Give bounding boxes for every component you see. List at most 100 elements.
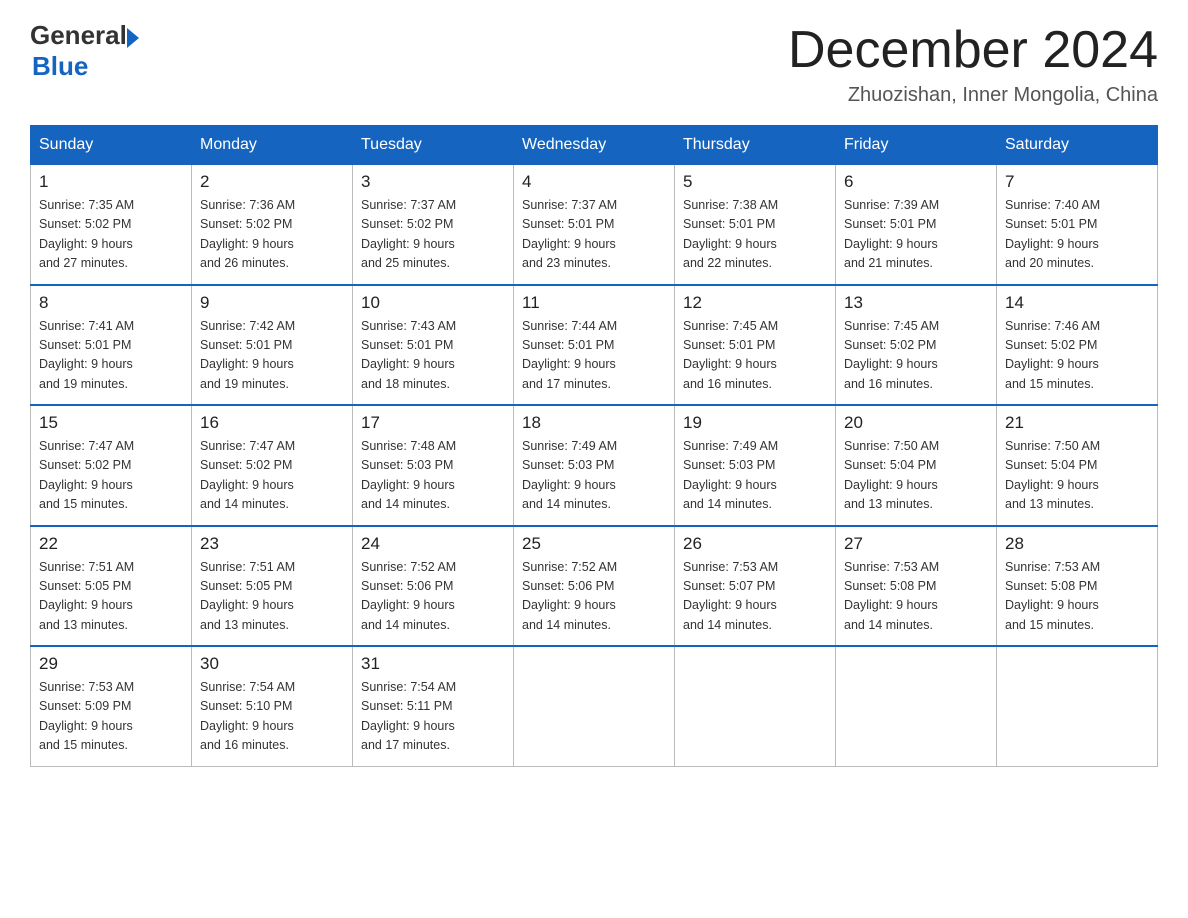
day-info: Sunrise: 7:46 AMSunset: 5:02 PMDaylight:…	[1005, 317, 1149, 395]
calendar-week-row: 8Sunrise: 7:41 AMSunset: 5:01 PMDaylight…	[31, 285, 1158, 406]
day-number: 19	[683, 413, 827, 433]
calendar-subtitle: Zhuozishan, Inner Mongolia, China	[788, 84, 1158, 107]
calendar-cell: 12 Sunrise: 7:45 AMSunset: 5:01 PMDayligh…	[675, 285, 836, 406]
calendar-week-row: 22 Sunrise: 7:51 AMSunset: 5:05 PMDayligh…	[31, 526, 1158, 647]
day-number: 31	[361, 654, 505, 674]
day-number: 17	[361, 413, 505, 433]
day-info: Sunrise: 7:36 AMSunset: 5:02 PMDaylight:…	[200, 196, 344, 274]
day-number: 10	[361, 293, 505, 313]
calendar-cell: 14 Sunrise: 7:46 AMSunset: 5:02 PMDayligh…	[997, 285, 1158, 406]
day-info: Sunrise: 7:38 AMSunset: 5:01 PMDaylight:…	[683, 196, 827, 274]
day-info: Sunrise: 7:53 AMSunset: 5:08 PMDaylight:…	[844, 558, 988, 636]
calendar-cell: 28Sunrise: 7:53 AMSunset: 5:08 PMDayligh…	[997, 526, 1158, 647]
day-info: Sunrise: 7:48 AMSunset: 5:03 PMDaylight:…	[361, 437, 505, 515]
day-number: 9	[200, 293, 344, 313]
day-number: 11	[522, 293, 666, 313]
weekday-header-saturday: Saturday	[997, 126, 1158, 165]
calendar-cell: 29 Sunrise: 7:53 AMSunset: 5:09 PMDayligh…	[31, 646, 192, 766]
calendar-week-row: 29 Sunrise: 7:53 AMSunset: 5:09 PMDayligh…	[31, 646, 1158, 766]
calendar-cell: 21 Sunrise: 7:50 AMSunset: 5:04 PMDayligh…	[997, 405, 1158, 526]
calendar-cell: 24 Sunrise: 7:52 AMSunset: 5:06 PMDayligh…	[353, 526, 514, 647]
day-number: 29	[39, 654, 183, 674]
calendar-cell: 27 Sunrise: 7:53 AMSunset: 5:08 PMDayligh…	[836, 526, 997, 647]
calendar-week-row: 15 Sunrise: 7:47 AMSunset: 5:02 PMDayligh…	[31, 405, 1158, 526]
day-number: 23	[200, 534, 344, 554]
day-number: 16	[200, 413, 344, 433]
day-info: Sunrise: 7:45 AMSunset: 5:02 PMDaylight:…	[844, 317, 988, 395]
day-number: 3	[361, 172, 505, 192]
day-info: Sunrise: 7:42 AMSunset: 5:01 PMDaylight:…	[200, 317, 344, 395]
weekday-header-friday: Friday	[836, 126, 997, 165]
calendar-cell: 26 Sunrise: 7:53 AMSunset: 5:07 PMDayligh…	[675, 526, 836, 647]
day-number: 5	[683, 172, 827, 192]
calendar-cell: 1Sunrise: 7:35 AMSunset: 5:02 PMDaylight…	[31, 165, 192, 285]
calendar-cell: 23Sunrise: 7:51 AMSunset: 5:05 PMDayligh…	[192, 526, 353, 647]
day-info: Sunrise: 7:50 AMSunset: 5:04 PMDaylight:…	[844, 437, 988, 515]
day-info: Sunrise: 7:51 AMSunset: 5:05 PMDaylight:…	[39, 558, 183, 636]
day-number: 21	[1005, 413, 1149, 433]
calendar-cell: 31 Sunrise: 7:54 AMSunset: 5:11 PMDayligh…	[353, 646, 514, 766]
calendar-cell: 4 Sunrise: 7:37 AMSunset: 5:01 PMDaylight…	[514, 165, 675, 285]
calendar-cell: 22 Sunrise: 7:51 AMSunset: 5:05 PMDayligh…	[31, 526, 192, 647]
day-number: 2	[200, 172, 344, 192]
day-info: Sunrise: 7:37 AMSunset: 5:02 PMDaylight:…	[361, 196, 505, 274]
day-number: 20	[844, 413, 988, 433]
day-info: Sunrise: 7:39 AMSunset: 5:01 PMDaylight:…	[844, 196, 988, 274]
calendar-cell	[997, 646, 1158, 766]
calendar-cell: 9 Sunrise: 7:42 AMSunset: 5:01 PMDaylight…	[192, 285, 353, 406]
day-number: 18	[522, 413, 666, 433]
day-info: Sunrise: 7:54 AMSunset: 5:11 PMDaylight:…	[361, 678, 505, 756]
day-info: Sunrise: 7:45 AMSunset: 5:01 PMDaylight:…	[683, 317, 827, 395]
calendar-cell: 8Sunrise: 7:41 AMSunset: 5:01 PMDaylight…	[31, 285, 192, 406]
day-number: 27	[844, 534, 988, 554]
day-info: Sunrise: 7:54 AMSunset: 5:10 PMDaylight:…	[200, 678, 344, 756]
day-number: 22	[39, 534, 183, 554]
page-header: General Blue December 2024 Zhuozishan, I…	[30, 20, 1158, 107]
calendar-cell: 13 Sunrise: 7:45 AMSunset: 5:02 PMDayligh…	[836, 285, 997, 406]
calendar-title: December 2024	[788, 20, 1158, 80]
calendar-cell: 16Sunrise: 7:47 AMSunset: 5:02 PMDayligh…	[192, 405, 353, 526]
logo-general-text: General	[30, 20, 127, 51]
day-number: 7	[1005, 172, 1149, 192]
day-info: Sunrise: 7:41 AMSunset: 5:01 PMDaylight:…	[39, 317, 183, 395]
logo: General Blue	[30, 20, 139, 82]
calendar-table: SundayMondayTuesdayWednesdayThursdayFrid…	[30, 125, 1158, 767]
day-number: 14	[1005, 293, 1149, 313]
weekday-header-thursday: Thursday	[675, 126, 836, 165]
day-number: 24	[361, 534, 505, 554]
calendar-cell: 19 Sunrise: 7:49 AMSunset: 5:03 PMDayligh…	[675, 405, 836, 526]
day-info: Sunrise: 7:44 AMSunset: 5:01 PMDaylight:…	[522, 317, 666, 395]
day-number: 6	[844, 172, 988, 192]
title-section: December 2024 Zhuozishan, Inner Mongolia…	[788, 20, 1158, 107]
calendar-cell: 7 Sunrise: 7:40 AMSunset: 5:01 PMDaylight…	[997, 165, 1158, 285]
day-number: 15	[39, 413, 183, 433]
day-number: 26	[683, 534, 827, 554]
weekday-header-wednesday: Wednesday	[514, 126, 675, 165]
calendar-cell	[514, 646, 675, 766]
day-info: Sunrise: 7:40 AMSunset: 5:01 PMDaylight:…	[1005, 196, 1149, 274]
calendar-cell: 25Sunrise: 7:52 AMSunset: 5:06 PMDayligh…	[514, 526, 675, 647]
weekday-header-row: SundayMondayTuesdayWednesdayThursdayFrid…	[31, 126, 1158, 165]
day-info: Sunrise: 7:47 AMSunset: 5:02 PMDaylight:…	[39, 437, 183, 515]
day-info: Sunrise: 7:49 AMSunset: 5:03 PMDaylight:…	[522, 437, 666, 515]
day-info: Sunrise: 7:53 AMSunset: 5:09 PMDaylight:…	[39, 678, 183, 756]
calendar-cell: 5 Sunrise: 7:38 AMSunset: 5:01 PMDaylight…	[675, 165, 836, 285]
day-number: 4	[522, 172, 666, 192]
day-number: 12	[683, 293, 827, 313]
day-info: Sunrise: 7:43 AMSunset: 5:01 PMDaylight:…	[361, 317, 505, 395]
day-number: 13	[844, 293, 988, 313]
day-info: Sunrise: 7:53 AMSunset: 5:07 PMDaylight:…	[683, 558, 827, 636]
calendar-cell: 17 Sunrise: 7:48 AMSunset: 5:03 PMDayligh…	[353, 405, 514, 526]
day-info: Sunrise: 7:52 AMSunset: 5:06 PMDaylight:…	[361, 558, 505, 636]
day-info: Sunrise: 7:37 AMSunset: 5:01 PMDaylight:…	[522, 196, 666, 274]
day-info: Sunrise: 7:49 AMSunset: 5:03 PMDaylight:…	[683, 437, 827, 515]
calendar-week-row: 1Sunrise: 7:35 AMSunset: 5:02 PMDaylight…	[31, 165, 1158, 285]
weekday-header-tuesday: Tuesday	[353, 126, 514, 165]
calendar-cell: 11 Sunrise: 7:44 AMSunset: 5:01 PMDayligh…	[514, 285, 675, 406]
day-info: Sunrise: 7:35 AMSunset: 5:02 PMDaylight:…	[39, 196, 183, 274]
calendar-cell: 10 Sunrise: 7:43 AMSunset: 5:01 PMDayligh…	[353, 285, 514, 406]
day-info: Sunrise: 7:50 AMSunset: 5:04 PMDaylight:…	[1005, 437, 1149, 515]
day-info: Sunrise: 7:53 AMSunset: 5:08 PMDaylight:…	[1005, 558, 1149, 636]
calendar-cell: 30Sunrise: 7:54 AMSunset: 5:10 PMDayligh…	[192, 646, 353, 766]
weekday-header-sunday: Sunday	[31, 126, 192, 165]
